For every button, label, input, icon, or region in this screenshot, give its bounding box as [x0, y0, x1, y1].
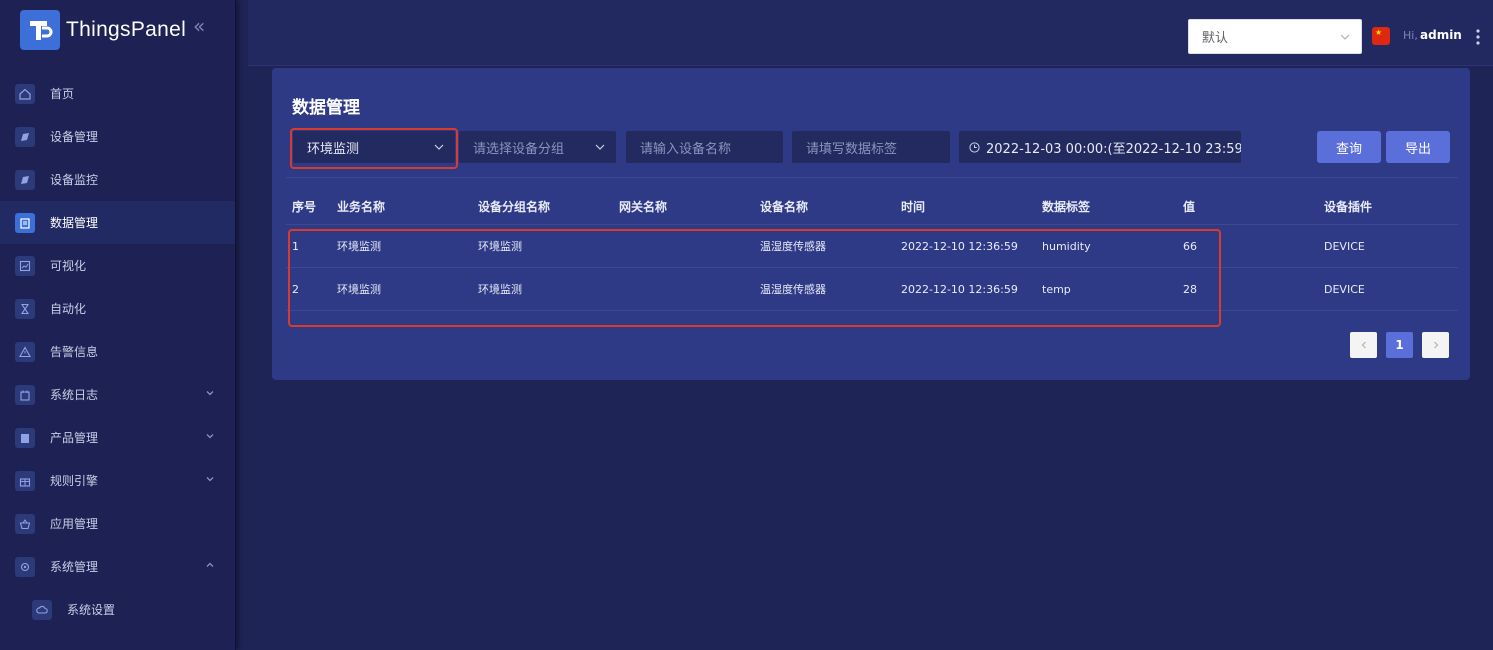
sidebar-item-label: 规则引擎: [50, 474, 99, 488]
greeting-text: Hi,: [1403, 29, 1418, 42]
pagination-next-button[interactable]: [1422, 332, 1449, 358]
app-name: ThingsPanel: [66, 18, 187, 41]
sidebar-item-rules[interactable]: 规则引擎: [0, 459, 235, 502]
sidebar-item-logs[interactable]: 系统日志: [0, 373, 235, 416]
date-range-picker[interactable]: 2022-12-03 00:00:(至2022-12-10 23:59:5: [959, 131, 1241, 163]
sidebar-item-label: 可视化: [50, 259, 87, 273]
home-icon: [15, 83, 35, 104]
table-header: 序号 业务名称 设备分组名称 网关名称 设备名称 时间 数据标签 值 设备插件: [286, 188, 1458, 225]
query-button[interactable]: 查询: [1317, 131, 1381, 163]
date-range-value: 2022-12-03 00:00:(至2022-12-10 23:59:5: [986, 141, 1241, 157]
device-group-placeholder: 请选择设备分组: [473, 141, 565, 157]
more-vertical-icon[interactable]: [1475, 29, 1481, 49]
sidebar-item-system-settings[interactable]: 系统设置: [0, 588, 235, 631]
highlight-outline: [288, 229, 1221, 327]
username[interactable]: admin: [1420, 28, 1462, 42]
sidebar-item-apps[interactable]: 应用管理: [0, 502, 235, 545]
chevron-down-icon: [205, 387, 215, 401]
device-group-select[interactable]: 请选择设备分组: [459, 131, 616, 163]
logo-icon: [20, 10, 60, 50]
column-header: 设备分组名称: [478, 199, 551, 214]
sidebar-item-label: 设备监控: [50, 173, 99, 187]
clipboard-icon: [15, 212, 35, 233]
sidebar-item-system[interactable]: 系统管理: [0, 545, 235, 588]
warning-icon: [15, 341, 35, 362]
highlight-outline: [290, 128, 458, 169]
sidebar-item-label: 系统设置: [67, 603, 116, 617]
sidebar-item-products[interactable]: 产品管理: [0, 416, 235, 459]
column-header: 业务名称: [337, 199, 386, 214]
top-header: 默认 ★ Hi, admin: [248, 0, 1493, 66]
hourglass-icon: [15, 298, 35, 319]
sidebar-item-label: 告警信息: [50, 345, 99, 359]
divider: [286, 177, 1458, 178]
sidebar-item-automation[interactable]: 自动化: [0, 287, 235, 330]
sidebar-item-label: 应用管理: [50, 517, 99, 531]
sidebar-item-visualization[interactable]: 可视化: [0, 244, 235, 287]
basket-icon: [15, 513, 35, 534]
sidebar-nav: 首页 设备管理 设备监控 数据管理 可视化 自动化 告警信息 系统日志 产品管理…: [0, 72, 235, 631]
sidebar-item-label: 产品管理: [50, 431, 99, 445]
sidebar-item-alerts[interactable]: 告警信息: [0, 330, 235, 373]
sidebar-item-label: 数据管理: [50, 216, 99, 230]
device-icon: [15, 126, 35, 147]
page-title: 数据管理: [292, 98, 360, 118]
sidebar-item-label: 系统管理: [50, 560, 99, 574]
language-flag-icon[interactable]: ★: [1372, 27, 1390, 45]
theme-select-value: 默认: [1202, 31, 1229, 46]
sidebar-item-data[interactable]: 数据管理: [0, 201, 235, 244]
sidebar-item-monitor[interactable]: 设备监控: [0, 158, 235, 201]
data-tag-input[interactable]: 请填写数据标签: [792, 131, 950, 163]
sidebar-item-label: 设备管理: [50, 130, 99, 144]
column-header: 时间: [901, 199, 926, 214]
sidebar-item-label: 系统日志: [50, 388, 99, 402]
device-name-placeholder: 请输入设备名称: [640, 141, 732, 157]
column-header: 网关名称: [619, 199, 668, 214]
sidebar-item-home[interactable]: 首页: [0, 72, 235, 115]
table-cell: DEVICE: [1324, 282, 1365, 296]
chevron-down-icon: [1339, 31, 1351, 47]
chevron-up-icon: [205, 559, 215, 573]
sidebar: ThingsPanel « 首页 设备管理 设备监控 数据管理 可视化 自动化 …: [0, 0, 236, 650]
column-header: 设备插件: [1324, 199, 1373, 214]
logo-row: ThingsPanel «: [0, 0, 235, 60]
column-header: 数据标签: [1042, 199, 1091, 214]
chevron-down-icon: [205, 430, 215, 444]
chevron-down-icon: [594, 141, 606, 157]
gear-icon: [15, 556, 35, 577]
column-header: 设备名称: [760, 199, 809, 214]
data-management-card: 数据管理 环境监测 请选择设备分组 请输入设备名称 请填写数据标签 2022-1…: [272, 68, 1470, 380]
gift-icon: [15, 470, 35, 491]
cloud-icon: [32, 599, 52, 620]
collapse-sidebar-icon[interactable]: «: [193, 14, 205, 38]
column-header: 值: [1183, 199, 1196, 214]
column-header: 序号: [292, 199, 317, 214]
sidebar-item-label: 首页: [50, 87, 75, 101]
export-button[interactable]: 导出: [1386, 131, 1450, 163]
theme-select[interactable]: 默认: [1188, 19, 1362, 54]
sidebar-item-devices[interactable]: 设备管理: [0, 115, 235, 158]
product-icon: [15, 427, 35, 448]
sidebar-item-label: 自动化: [50, 302, 87, 316]
table-cell: DEVICE: [1324, 239, 1365, 253]
data-tag-placeholder: 请填写数据标签: [806, 141, 898, 157]
clock-icon: [969, 141, 980, 153]
monitor-icon: [15, 169, 35, 190]
pagination-prev-button[interactable]: [1350, 332, 1377, 358]
device-name-input[interactable]: 请输入设备名称: [626, 131, 783, 163]
pagination-page-button[interactable]: 1: [1386, 332, 1413, 358]
log-icon: [15, 384, 35, 405]
chart-icon: [15, 255, 35, 276]
chevron-down-icon: [205, 473, 215, 487]
